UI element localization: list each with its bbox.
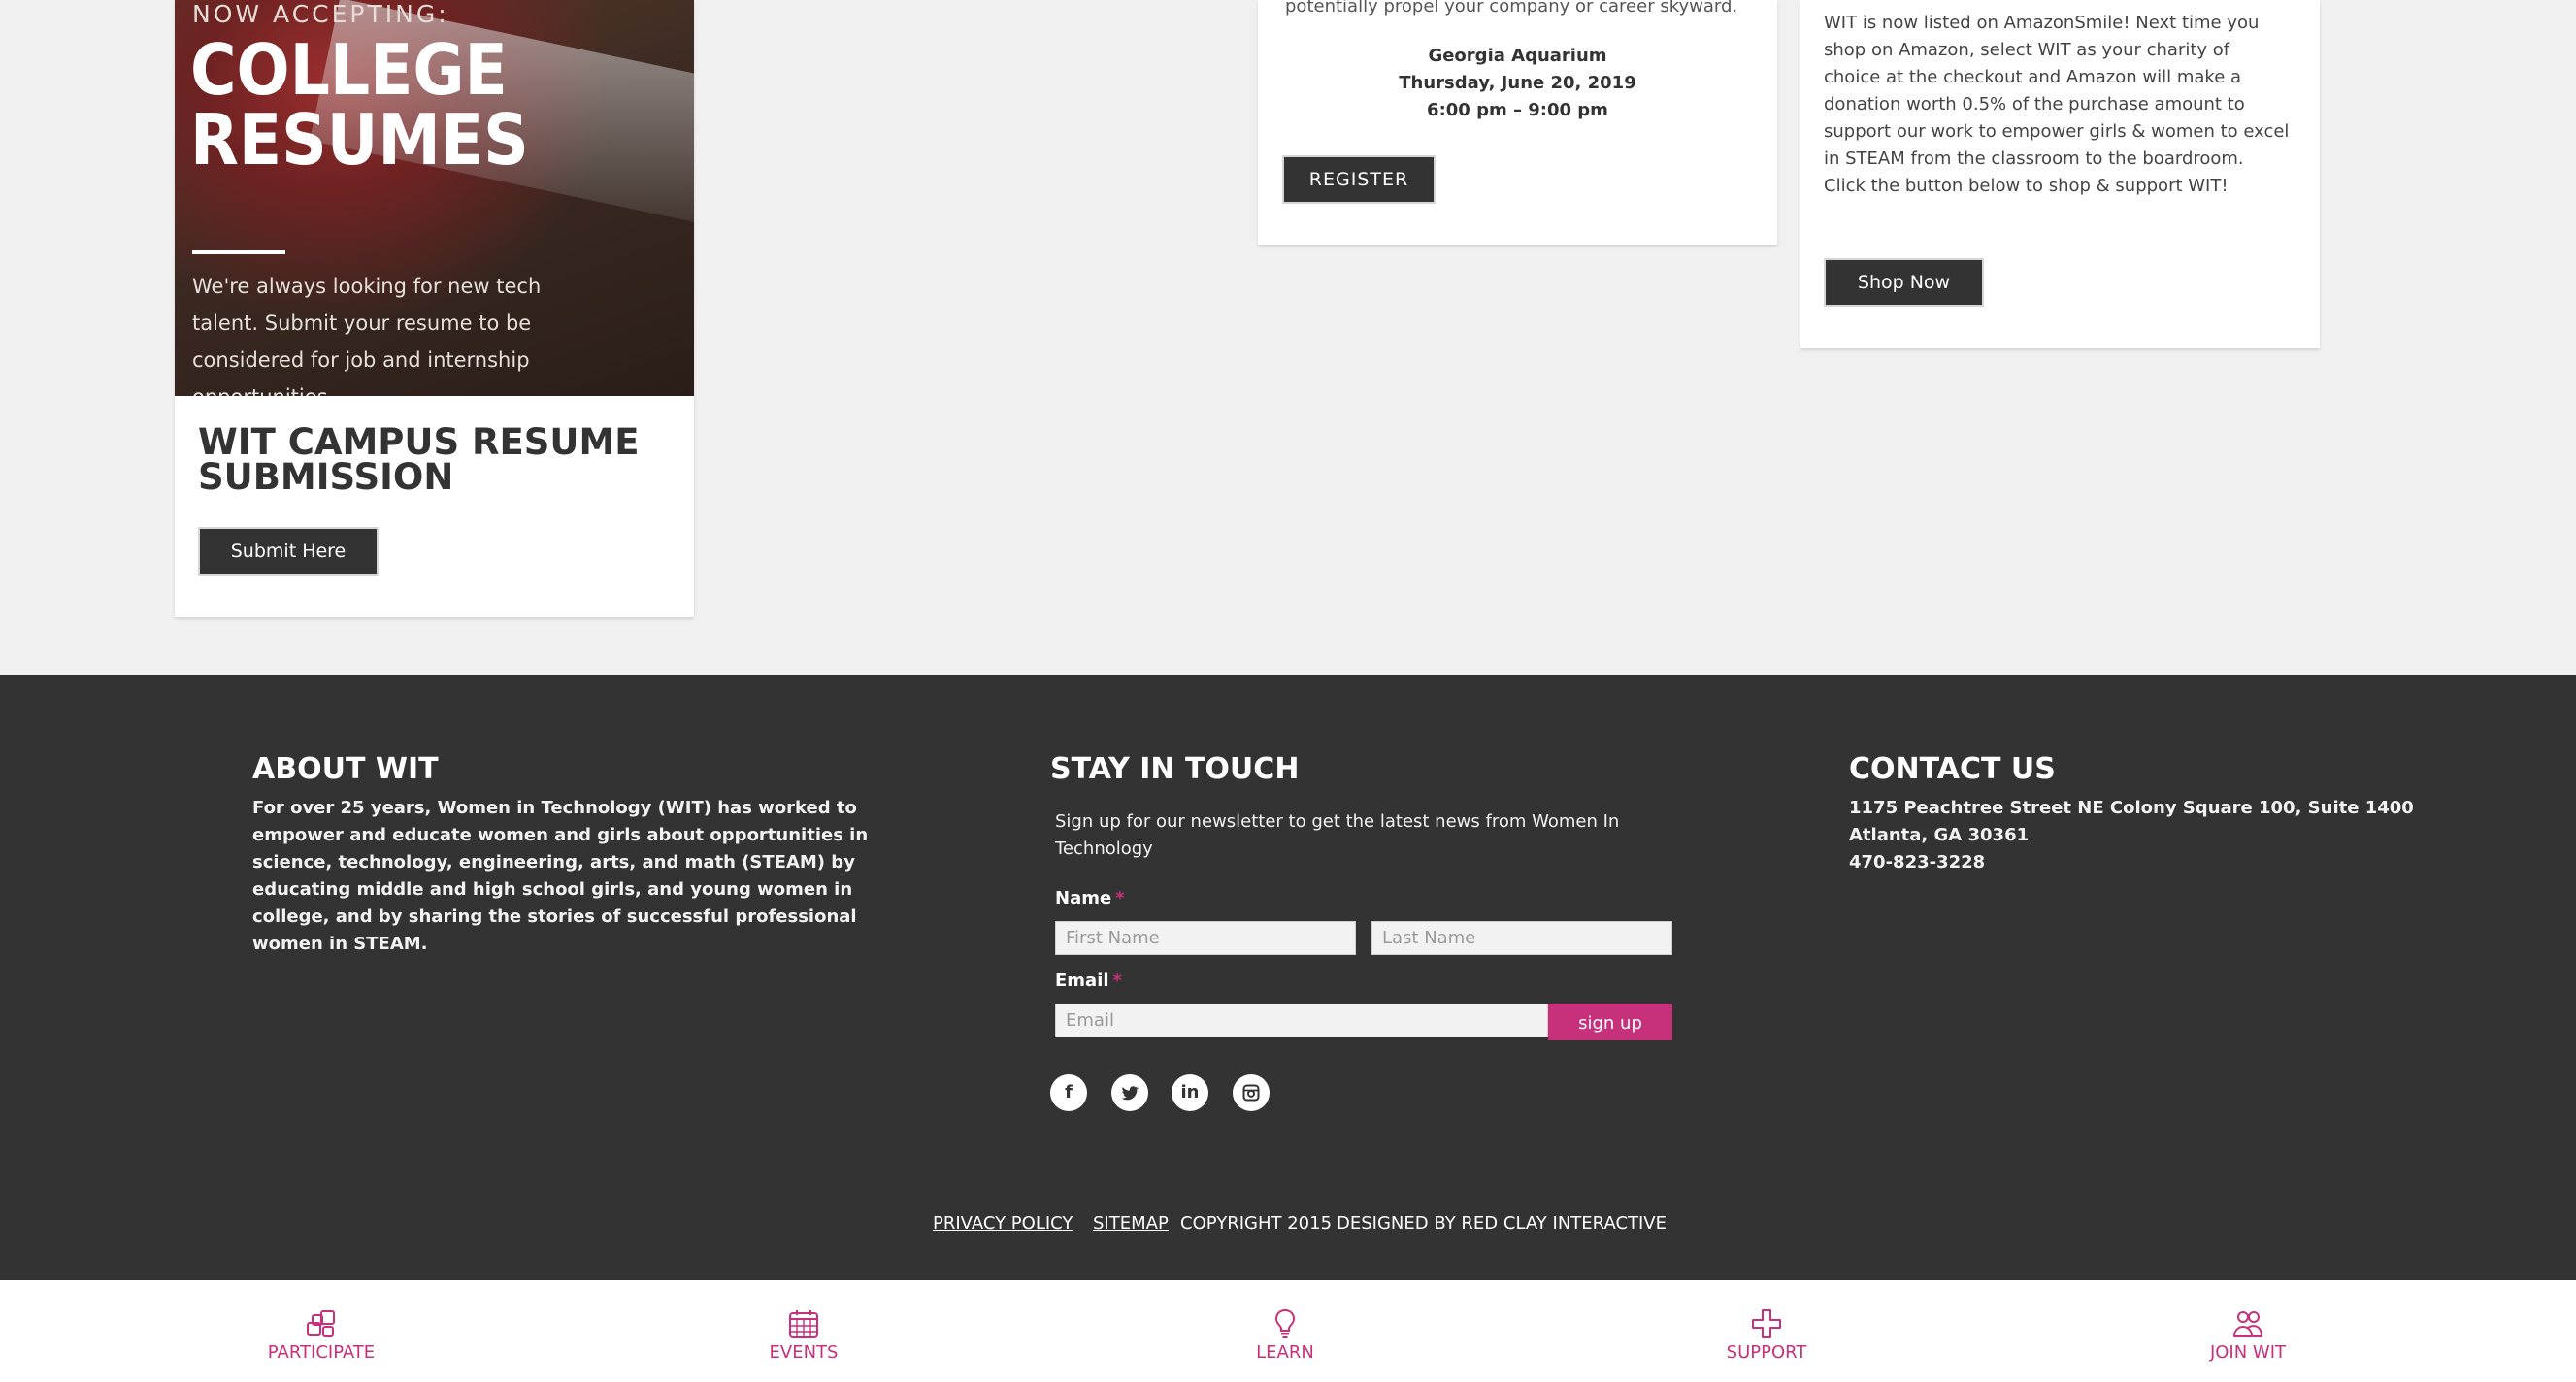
site-footer: ABOUT WIT For over 25 years, Women in Te…: [0, 675, 2576, 1280]
address-line-1: 1175 Peachtree Street NE Colony Square 1…: [1849, 798, 2414, 818]
shop-now-button[interactable]: Shop Now: [1824, 258, 1984, 307]
nav-item-join-wit[interactable]: JOIN WIT: [2151, 1307, 2345, 1363]
event-date: Thursday, June 20, 2019: [1399, 73, 1636, 93]
required-marker: *: [1112, 971, 1122, 991]
sign-up-button[interactable]: sign up: [1548, 1004, 1672, 1040]
required-marker: *: [1115, 888, 1125, 908]
nav-label-learn: LEARN: [1256, 1342, 1314, 1363]
resume-hero-image: NOW ACCEPTING: COLLEGE RESUMES We're alw…: [175, 0, 694, 396]
event-venue: Georgia Aquarium: [1428, 46, 1607, 66]
amazonsmile-card: WIT is now listed on AmazonSmile! Next t…: [1800, 0, 2320, 348]
about-heading: ABOUT WIT: [252, 752, 439, 786]
privacy-policy-link[interactable]: PRIVACY POLICY: [933, 1213, 1073, 1234]
calendar-icon: [789, 1310, 818, 1338]
last-name-input[interactable]: [1371, 921, 1672, 955]
lightbulb-icon: [1274, 1308, 1296, 1338]
name-label-text: Name: [1055, 888, 1112, 908]
nav-item-learn[interactable]: LEARN: [1188, 1307, 1382, 1363]
submit-here-button[interactable]: Submit Here: [198, 527, 379, 576]
twitter-bird-glyph: [1121, 1086, 1139, 1101]
hero-divider: [192, 250, 285, 254]
people-icon: [2233, 1311, 2262, 1337]
amazonsmile-text: WIT is now listed on AmazonSmile! Next t…: [1824, 13, 2290, 196]
copyright-text: COPYRIGHT 2015: [1180, 1213, 1333, 1234]
nav-item-participate[interactable]: PARTICIPATE: [224, 1307, 418, 1363]
email-label-text: Email: [1055, 971, 1109, 991]
name-label: Name *: [1055, 888, 1125, 908]
nav-label-join-wit: JOIN WIT: [2209, 1342, 2287, 1363]
twitter-icon[interactable]: [1111, 1074, 1148, 1111]
phone-number[interactable]: 470-823-3228: [1849, 849, 2528, 876]
nav-item-events[interactable]: EVENTS: [707, 1307, 901, 1363]
designed-by-text: DESIGNED BY RED CLAY INTERACTIVE: [1337, 1213, 1667, 1234]
event-card: potentially propel your company or caree…: [1258, 0, 1777, 245]
event-time: 6:00 pm – 9:00 pm: [1427, 100, 1608, 120]
event-details: Georgia Aquarium Thursday, June 20, 2019…: [1258, 43, 1777, 124]
facebook-icon[interactable]: f: [1050, 1074, 1087, 1111]
event-teaser-text: potentially propel your company or caree…: [1285, 0, 1738, 16]
hero-title: COLLEGE RESUMES: [190, 29, 529, 181]
address-line-2: Atlanta, GA 30361: [1849, 825, 2030, 845]
contact-heading: CONTACT US: [1849, 752, 2056, 786]
sitemap-link[interactable]: SITEMAP: [1093, 1213, 1169, 1234]
resume-card-heading: WIT CAMPUS RESUME SUBMISSION: [198, 421, 640, 498]
nav-label-support: SUPPORT: [1726, 1342, 1807, 1363]
email-input[interactable]: [1055, 1004, 1548, 1037]
plus-icon: [1752, 1309, 1781, 1338]
linkedin-icon[interactable]: in: [1172, 1074, 1208, 1111]
hero-eyebrow: NOW ACCEPTING:: [192, 0, 449, 28]
resume-card: NOW ACCEPTING: COLLEGE RESUMES We're alw…: [175, 0, 694, 617]
about-text: For over 25 years, Women in Technology (…: [252, 798, 869, 954]
first-name-input[interactable]: [1055, 921, 1356, 955]
nav-label-participate: PARTICIPATE: [267, 1342, 376, 1363]
hero-text: We're always looking for new tech talent…: [192, 275, 542, 396]
contact-details: 1175 Peachtree Street NE Colony Square 1…: [1849, 795, 2528, 876]
bottom-navigation: PARTICIPATE EVENTS LEARN SUPPORT JOIN WI…: [0, 1280, 2576, 1382]
instagram-icon[interactable]: [1233, 1074, 1270, 1111]
email-label: Email *: [1055, 971, 1122, 991]
nav-item-support[interactable]: SUPPORT: [1669, 1307, 1864, 1363]
nav-label-events: EVENTS: [769, 1342, 839, 1363]
instagram-camera-glyph: [1242, 1084, 1260, 1102]
participate-icon: [307, 1310, 335, 1337]
stay-in-touch-heading: STAY IN TOUCH: [1050, 752, 1300, 786]
register-button[interactable]: REGISTER: [1282, 155, 1436, 204]
newsletter-text: Sign up for our newsletter to get the la…: [1055, 811, 1620, 859]
